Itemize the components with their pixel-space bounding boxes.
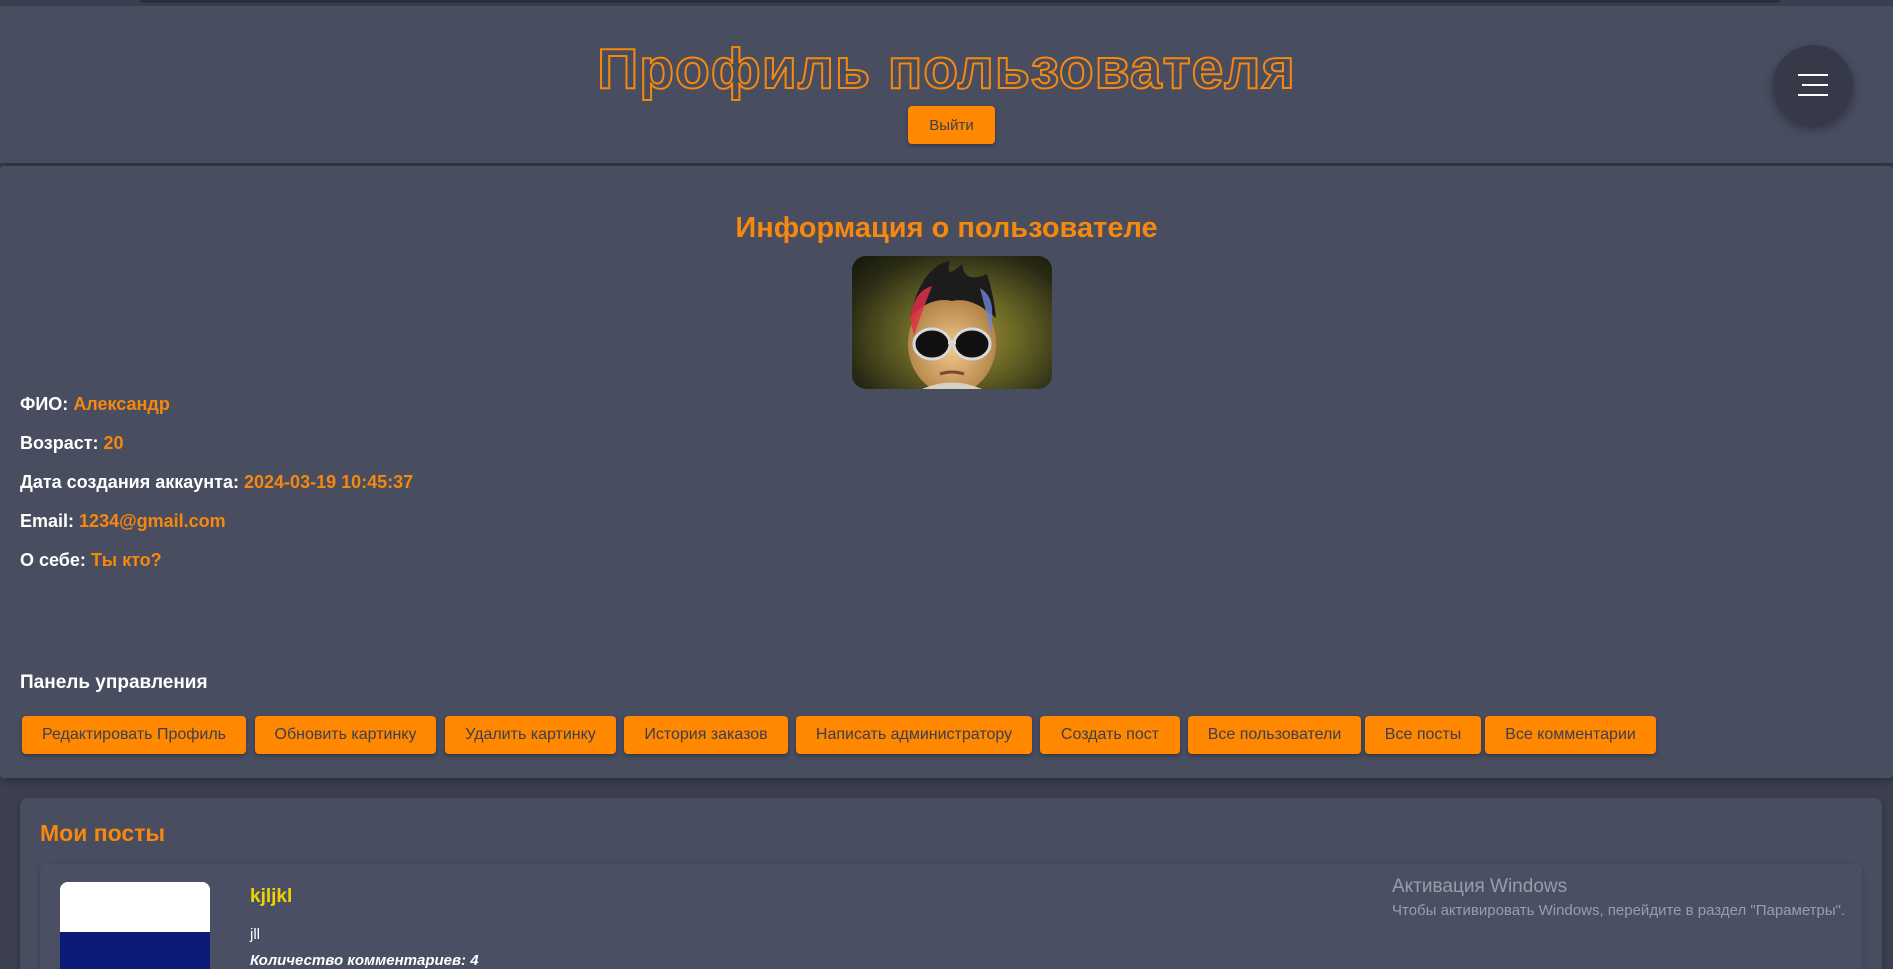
field-created: Дата создания аккаунта: 2024-03-19 10:45… — [20, 472, 413, 493]
field-about-label: О себе: — [20, 550, 86, 570]
all-posts-button[interactable]: Все посты — [1365, 716, 1481, 754]
delete-picture-button[interactable]: Удалить картинку — [445, 716, 616, 754]
menu-button[interactable] — [1773, 45, 1853, 125]
user-info-title: Информация о пользователе — [735, 212, 1158, 244]
field-email: Email: 1234@gmail.com — [20, 511, 226, 532]
field-about: О себе: Ты кто? — [20, 550, 162, 571]
field-email-label: Email: — [20, 511, 75, 531]
field-name: ФИО: Александр — [20, 394, 170, 415]
post-thumbnail — [60, 882, 210, 969]
control-panel-title: Панель управления — [20, 672, 208, 693]
edit-profile-button[interactable]: Редактировать Профиль — [22, 716, 246, 754]
order-history-button[interactable]: История заказов — [624, 716, 788, 754]
message-admin-button[interactable]: Написать администратору — [796, 716, 1032, 754]
all-comments-button[interactable]: Все комментарии — [1485, 716, 1656, 754]
profile-header: Профиль пользователя Выйти — [0, 6, 1893, 163]
page-title: Профиль пользователя — [596, 36, 1296, 102]
post-comment-count: Количество комментариев: 4 — [250, 952, 479, 969]
post-title[interactable]: kjljkl — [250, 886, 292, 908]
update-picture-button[interactable]: Обновить картинку — [255, 716, 436, 754]
field-age-value: 20 — [103, 433, 124, 453]
field-about-value: Ты кто? — [90, 550, 162, 570]
post-body: jll — [250, 926, 260, 943]
field-age: Возраст: 20 — [20, 433, 124, 454]
my-posts-title: Мои посты — [40, 820, 166, 846]
windows-activation-watermark: Активация Windows Чтобы активировать Win… — [1392, 876, 1845, 919]
field-created-label: Дата создания аккаунта: — [20, 472, 239, 492]
user-info-card: Информация о пользователе ФИО: Александр… — [0, 166, 1893, 778]
field-email-value: 1234@gmail.com — [79, 511, 226, 531]
field-name-label: ФИО: — [20, 394, 69, 414]
avatar — [852, 256, 1052, 389]
logout-button[interactable]: Выйти — [908, 106, 995, 144]
field-name-value: Александр — [73, 394, 170, 414]
activation-text: Чтобы активировать Windows, перейдите в … — [1392, 902, 1846, 919]
hamburger-icon — [1798, 74, 1828, 96]
create-post-button[interactable]: Создать пост — [1040, 716, 1180, 754]
field-created-value: 2024-03-19 10:45:37 — [244, 472, 414, 492]
activation-title: Активация Windows — [1392, 876, 1568, 897]
avatar-photo — [908, 261, 996, 389]
field-age-label: Возраст: — [20, 433, 99, 453]
all-users-button[interactable]: Все пользователи — [1188, 716, 1361, 754]
top-scroll-strip — [140, 0, 1780, 3]
